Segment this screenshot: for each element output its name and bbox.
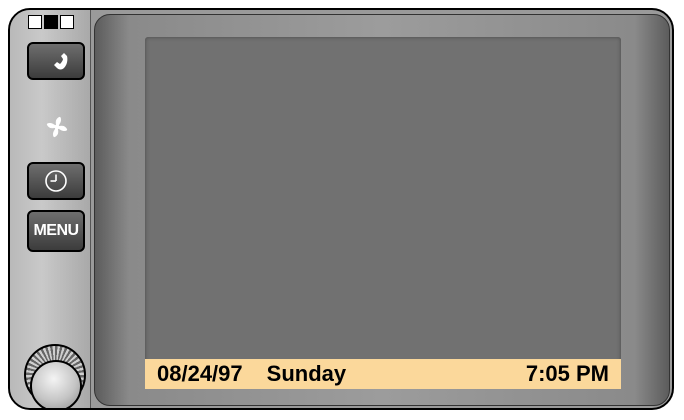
rotary-knob[interactable] xyxy=(24,344,86,408)
display-screen[interactable]: 08/24/97 Sunday 7:05 PM xyxy=(145,37,621,389)
time-text: 7:05 PM xyxy=(525,361,609,386)
clock-button[interactable] xyxy=(27,162,85,200)
date-text: 08/24/97 xyxy=(157,361,243,386)
swatch-white-2[interactable] xyxy=(60,15,74,29)
status-bar: 08/24/97 Sunday 7:05 PM xyxy=(145,359,621,389)
day-text: Sunday xyxy=(266,361,347,386)
swatch-black[interactable] xyxy=(44,15,58,29)
swatch-white-1[interactable] xyxy=(28,15,42,29)
left-control-panel: MENU xyxy=(10,10,91,408)
fan-icon xyxy=(46,116,68,138)
knob-cap[interactable] xyxy=(30,360,82,408)
menu-button[interactable]: MENU xyxy=(27,210,85,252)
color-swatches xyxy=(28,15,74,29)
phone-button[interactable] xyxy=(27,42,85,80)
phone-icon xyxy=(54,53,68,70)
clock-icon xyxy=(45,170,67,192)
screen-bezel: 08/24/97 Sunday 7:05 PM xyxy=(94,14,670,406)
device-bezel: MENU 08/24/97 Sunday 7:05 PM xyxy=(8,8,674,410)
